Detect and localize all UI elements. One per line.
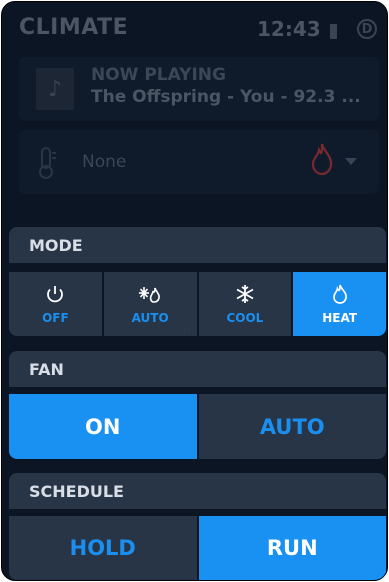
mode-cool-label: COOL: [226, 311, 264, 325]
mode-cool-button[interactable]: COOL: [198, 272, 292, 336]
snowflake-icon: [236, 285, 254, 303]
mode-header: MODE: [9, 227, 386, 263]
fan-auto-button[interactable]: AUTO: [198, 394, 386, 459]
schedule-run-button[interactable]: RUN: [198, 516, 386, 580]
schedule-header: SCHEDULE: [9, 473, 386, 509]
schedule-hold-button[interactable]: HOLD: [9, 516, 197, 580]
power-icon: [47, 286, 64, 303]
fan-header: FAN: [9, 351, 386, 387]
sensor-select[interactable]: None: [19, 130, 379, 194]
schedule-options: HOLD RUN: [9, 516, 386, 580]
device-screen: CLIMATE 12:43 D ♪ NOW PLAYING The Offspr…: [1, 1, 388, 581]
clock: 12:43: [257, 17, 321, 41]
schedule-run-label: RUN: [266, 536, 318, 560]
app-title: CLIMATE: [19, 15, 129, 40]
fan-heading: FAN: [29, 360, 64, 379]
top-bar: CLIMATE 12:43 D: [2, 2, 387, 58]
mode-heat-button[interactable]: HEAT: [293, 272, 386, 336]
snow-flame-icon: [139, 287, 161, 303]
sensor-value: None: [82, 152, 127, 172]
flame-icon: [332, 284, 347, 304]
fan-on-button[interactable]: ON: [9, 394, 197, 459]
chevron-down-icon: [345, 158, 357, 165]
thermometer-icon: [39, 147, 56, 179]
mode-off-label: OFF: [42, 311, 69, 325]
flame-icon: [311, 143, 333, 176]
schedule-heading: SCHEDULE: [29, 482, 124, 501]
mode-auto-label: AUTO: [131, 311, 169, 325]
profile-badge[interactable]: D: [357, 19, 377, 39]
music-note-icon: ♪: [36, 68, 74, 110]
mode-options: OFF AUTO COOL HEAT: [9, 272, 386, 336]
mode-heat-label: HEAT: [322, 311, 358, 325]
background-temperature-glyph: °: [182, 324, 192, 348]
now-playing-label: NOW PLAYING: [91, 65, 226, 85]
battery-icon: [330, 24, 337, 39]
now-playing-track: The Offspring - You - 92.3 ...: [91, 87, 361, 107]
mode-heading: MODE: [29, 236, 83, 255]
mode-off-button[interactable]: OFF: [9, 272, 102, 336]
now-playing-card[interactable]: ♪ NOW PLAYING The Offspring - You - 92.3…: [19, 57, 379, 121]
schedule-hold-label: HOLD: [69, 536, 136, 560]
fan-on-label: ON: [85, 414, 121, 439]
fan-auto-label: AUTO: [259, 414, 325, 439]
fan-options: ON AUTO: [9, 394, 386, 459]
